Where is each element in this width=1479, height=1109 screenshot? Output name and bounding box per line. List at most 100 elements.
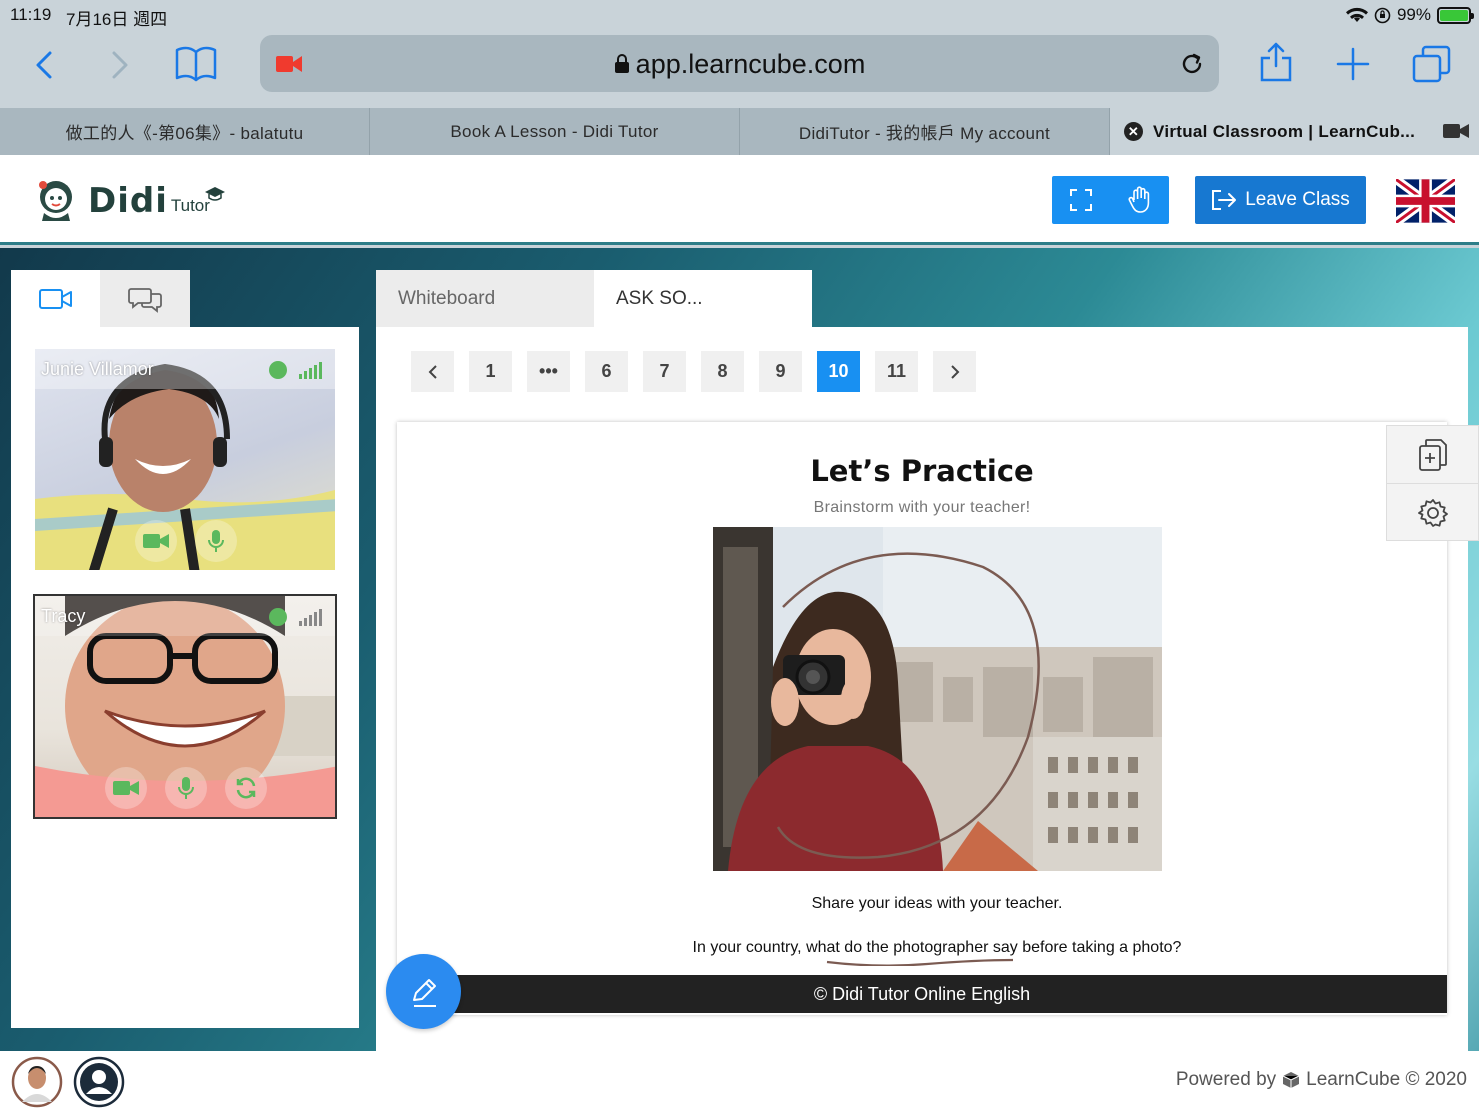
address-bar[interactable]: app.learncube.com: [260, 35, 1219, 92]
annotate-button[interactable]: [386, 954, 461, 1029]
fullscreen-button[interactable]: [1052, 176, 1111, 224]
connection-status-dot: [269, 608, 287, 626]
header-button-group: [1052, 176, 1169, 224]
chevron-left-icon: [428, 364, 437, 379]
forward-icon[interactable]: [110, 50, 130, 80]
camera-in-use-icon: [1443, 124, 1469, 138]
tab-whiteboard[interactable]: Whiteboard: [376, 270, 594, 327]
participants-panel: Junie Villamor Tracy: [11, 327, 359, 1028]
close-tab-icon[interactable]: ✕: [1124, 122, 1143, 141]
video-camera-icon: [113, 781, 139, 795]
browser-tab-label: 做工的人《-第06集》- balatutu: [65, 124, 304, 143]
settings-button[interactable]: [1387, 484, 1478, 542]
mic-toggle-button[interactable]: [165, 767, 207, 809]
leave-class-button[interactable]: Leave Class: [1195, 176, 1366, 224]
tab-chat[interactable]: [100, 270, 190, 327]
signal-strength-icon: [299, 362, 322, 379]
slide-document[interactable]: Let’s Practice Brainstorm with your teac…: [397, 422, 1447, 1015]
bottom-bar: Powered by LearnCube © 2020: [0, 1051, 1479, 1109]
tab-document[interactable]: ASK SO...: [594, 270, 812, 327]
powered-by-brand: LearnCube © 2020: [1306, 1069, 1467, 1090]
uk-flag-icon[interactable]: [1396, 179, 1455, 223]
browser-tab-label: Book A Lesson - Didi Tutor: [450, 121, 659, 141]
add-document-icon: [1418, 438, 1447, 471]
battery-percent: 99%: [1396, 5, 1431, 24]
video-camera-icon: [38, 288, 72, 309]
annotation-underline: [826, 958, 1014, 966]
browser-tab[interactable]: Book A Lesson - Didi Tutor: [370, 108, 740, 155]
pager-prev-button[interactable]: [411, 351, 454, 392]
pager-page[interactable]: 8: [701, 351, 744, 392]
mascot-icon: [39, 181, 72, 221]
battery-icon: [1437, 6, 1474, 24]
participant-name: Junie Villamor: [41, 359, 154, 379]
browser-tab-label: DidiTutor - 我的帳戶 My account: [798, 124, 1051, 143]
pager-next-button[interactable]: [933, 351, 976, 392]
document-panel: 1 ••• 6 7 8 9 10 11 Let’s Practice Brain…: [376, 327, 1468, 1051]
switch-camera-button[interactable]: [225, 767, 267, 809]
share-icon[interactable]: [1259, 42, 1293, 82]
slide-pager: 1 ••• 6 7 8 9 10 11: [411, 351, 976, 392]
participant-name: Tracy: [41, 606, 86, 626]
browser-tab-active[interactable]: ✕ Virtual Classroom | LearnCub...: [1110, 108, 1479, 155]
back-icon[interactable]: [34, 50, 54, 80]
new-tab-icon[interactable]: [1336, 47, 1370, 81]
url-text: app.learncube.com: [260, 49, 1219, 80]
browser-toolbar: app.learncube.com: [0, 30, 1479, 108]
tab-label: Whiteboard: [398, 287, 496, 309]
slide-photo: [713, 527, 1162, 871]
pager-page[interactable]: 9: [759, 351, 802, 392]
teacher-avatar[interactable]: [11, 1056, 63, 1108]
fullscreen-icon: [1070, 189, 1093, 211]
slide-subtitle: Brainstorm with your teacher!: [813, 499, 1031, 516]
student-avatar-icon[interactable]: [73, 1056, 125, 1108]
didi-tutor-logo[interactable]: Didi Tutor: [34, 177, 226, 225]
brand-name: Didi: [88, 181, 168, 221]
microphone-icon: [178, 777, 194, 799]
lock-icon: [614, 54, 629, 73]
tabs-overview-icon[interactable]: [1412, 45, 1452, 83]
chat-icon: [128, 287, 162, 313]
document-tools: [1386, 425, 1479, 541]
pager-page[interactable]: 1: [469, 351, 512, 392]
connection-status-dot: [269, 361, 287, 379]
mic-toggle-button[interactable]: [195, 520, 237, 562]
status-date: 7月16日 週四: [66, 10, 168, 29]
bookmarks-icon[interactable]: [175, 46, 217, 82]
video-toggle-button[interactable]: [105, 767, 147, 809]
browser-tabbar: 做工的人《-第06集》- balatutu Book A Lesson - Di…: [0, 108, 1479, 155]
wifi-icon: [1345, 7, 1368, 22]
tab-video[interactable]: [11, 270, 100, 327]
app-header: Didi Tutor Leave Class: [0, 155, 1479, 245]
raise-hand-button[interactable]: [1111, 176, 1170, 224]
hand-icon: [1128, 186, 1149, 213]
annotation-circle: [776, 552, 1040, 859]
browser-tab[interactable]: 做工的人《-第06集》- balatutu: [0, 108, 370, 155]
pager-ellipsis[interactable]: •••: [527, 351, 570, 392]
video-toggle-button[interactable]: [135, 520, 177, 562]
pager-page[interactable]: 7: [643, 351, 686, 392]
powered-by-prefix: Powered by: [1175, 1069, 1277, 1090]
pager-page-current[interactable]: 10: [817, 351, 860, 392]
gear-icon: [1417, 499, 1448, 527]
browser-tab-label: Virtual Classroom | LearnCub...: [1153, 121, 1416, 141]
reload-icon[interactable]: [1179, 51, 1205, 77]
add-document-button[interactable]: [1387, 426, 1478, 484]
video-tile-student[interactable]: Tracy: [33, 594, 337, 819]
exit-icon: [1212, 190, 1237, 210]
status-right: 99%: [1345, 5, 1474, 25]
video-camera-icon: [143, 534, 169, 548]
powered-by: Powered by LearnCube © 2020: [1176, 1069, 1467, 1091]
slide-title: Let’s Practice: [810, 454, 1034, 488]
url-label: app.learncube.com: [635, 49, 866, 79]
leave-class-label: Leave Class: [1245, 189, 1350, 210]
video-tile-teacher[interactable]: Junie Villamor: [33, 347, 337, 572]
pager-page[interactable]: 11: [875, 351, 918, 392]
pager-page[interactable]: 6: [585, 351, 628, 392]
tab-label: ASK SO...: [616, 287, 703, 309]
slide-instruction: Share your ideas with your teacher.: [811, 895, 1063, 912]
slide-footer: © Didi Tutor Online English: [397, 975, 1447, 1013]
browser-tab[interactable]: DidiTutor - 我的帳戶 My account: [740, 108, 1110, 155]
microphone-icon: [208, 530, 224, 552]
status-time: 11:19: [10, 5, 52, 24]
